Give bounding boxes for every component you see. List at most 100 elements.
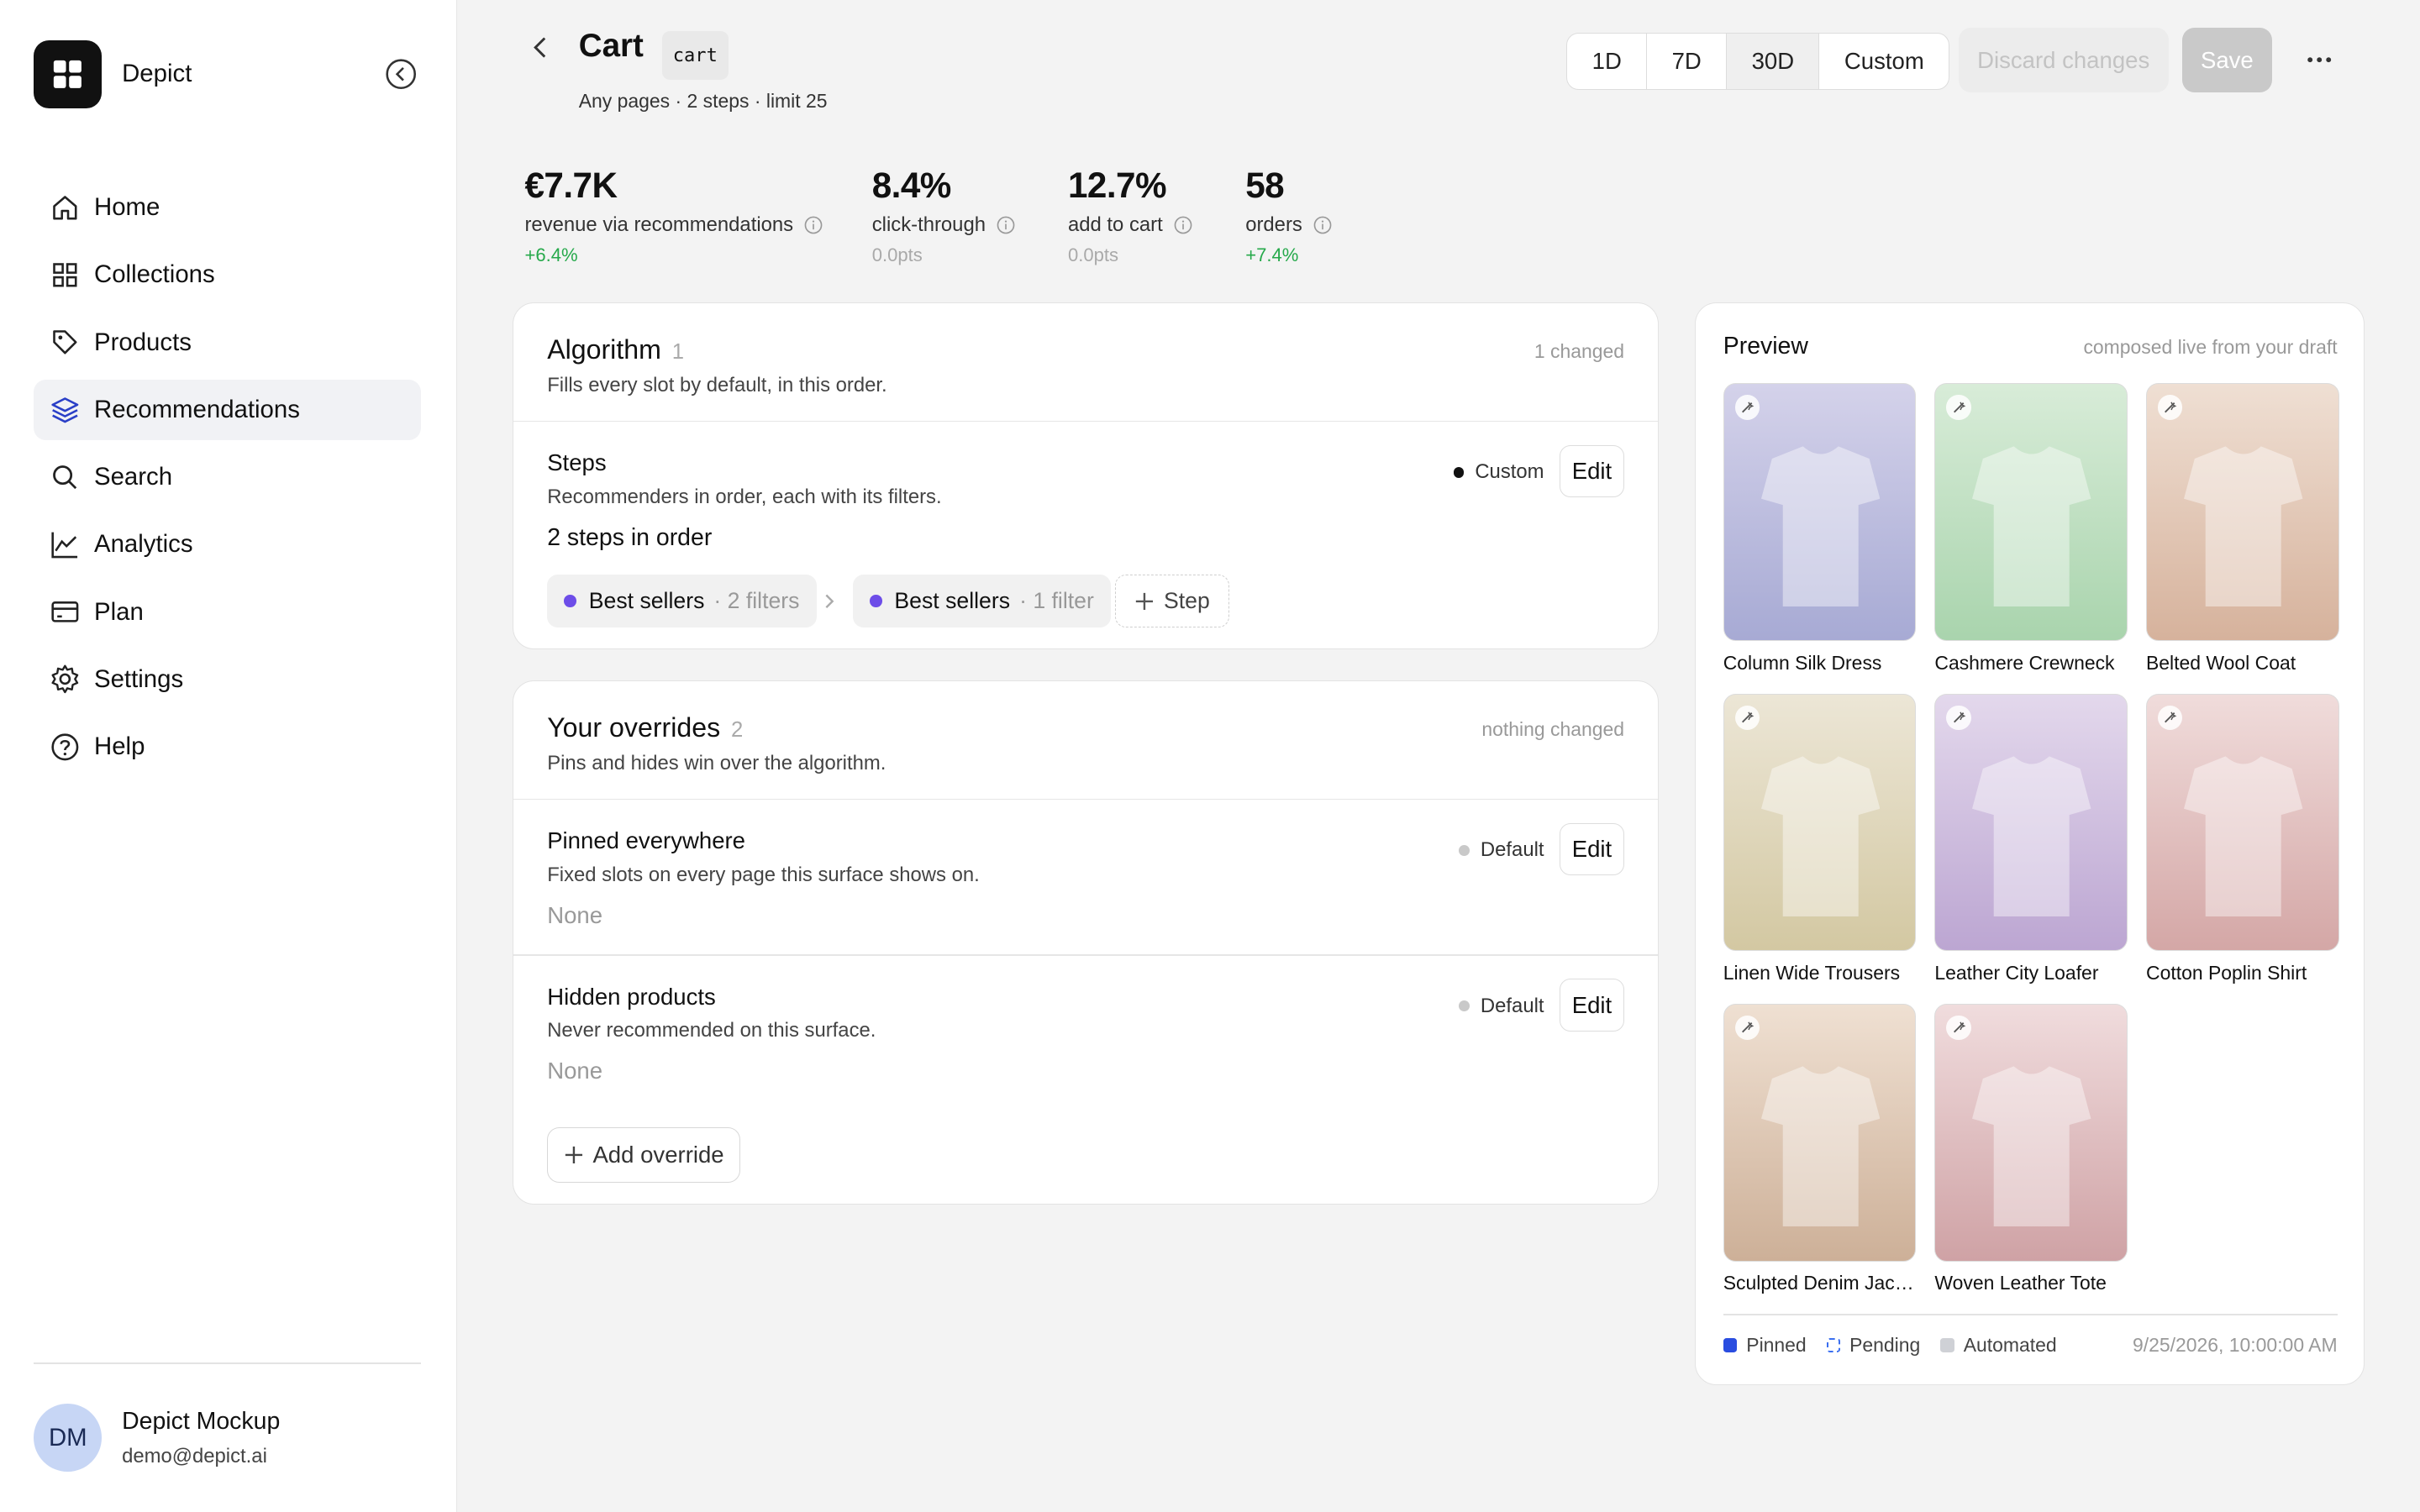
- hidden-title: Hidden products: [547, 983, 716, 1010]
- add-override-button[interactable]: Add override: [547, 1126, 740, 1183]
- kpi-delta: +6.4%: [524, 244, 578, 265]
- product-tile[interactable]: Cotton Poplin Shirt: [2146, 693, 2339, 985]
- more-options-icon[interactable]: [2302, 43, 2336, 76]
- step-pill[interactable]: Best sellers · 2 filters: [547, 575, 817, 627]
- info-icon[interactable]: [1174, 216, 1192, 234]
- info-icon[interactable]: [1313, 216, 1332, 234]
- preview-note: composed live from your draft: [2083, 335, 2338, 358]
- range-7d-button[interactable]: 7D: [1647, 33, 1728, 89]
- range-custom-button[interactable]: Custom: [1819, 34, 1949, 89]
- section-count: 2: [731, 717, 744, 742]
- main-content: Cart cart Any pages · 2 steps · limit 25…: [0, 0, 2420, 1512]
- auto-pick-icon[interactable]: [1734, 1015, 1760, 1041]
- kpi-value: 12.7%: [1067, 165, 1167, 205]
- edit-steps-button[interactable]: Edit: [1559, 444, 1625, 498]
- garment-placeholder-icon: [1972, 1066, 2091, 1227]
- product-name: Sculpted Denim Jac…: [1723, 1272, 1914, 1294]
- auto-pick-icon[interactable]: [1734, 705, 1760, 730]
- product-image: [1934, 383, 2128, 642]
- kpi-label: click-through: [871, 213, 986, 236]
- auto-pick-icon[interactable]: [2157, 395, 2183, 420]
- garment-placeholder-icon: [1972, 756, 2091, 917]
- kpi-add-to-cart: 12.7% add to cart 0.0pts: [1068, 165, 1192, 266]
- range-30d-button[interactable]: 30D: [1727, 33, 1820, 89]
- algorithm-card: Algorithm 1 1 changed Fills every slot by…: [512, 302, 1660, 650]
- steps-title: Steps: [547, 449, 607, 476]
- status-label: Custom: [1475, 460, 1544, 484]
- pinned-description: Fixed slots on every page this surface s…: [547, 863, 980, 886]
- hidden-value: None: [547, 1058, 603, 1084]
- pinned-title: Pinned everywhere: [547, 827, 746, 854]
- product-name: Woven Leather Tote: [1934, 1272, 2107, 1294]
- save-button[interactable]: Save: [2182, 28, 2272, 93]
- product-image: [2146, 383, 2339, 642]
- status-label: Default: [1480, 994, 1544, 1017]
- preview-title: Preview: [1723, 332, 1808, 360]
- auto-pick-icon[interactable]: [1734, 395, 1760, 420]
- legend-label: Automated: [1963, 1333, 2057, 1356]
- kpi-revenue: €7.7K revenue via recommendations +6.4%: [524, 165, 823, 266]
- product-tile[interactable]: Sculpted Denim Jac…: [1723, 1003, 1917, 1295]
- section-title: Algorithm: [547, 333, 661, 365]
- step-pill[interactable]: Best sellers · 1 filter: [852, 575, 1112, 627]
- product-image: [1723, 693, 1917, 952]
- step-filters: · 2 filters: [713, 587, 800, 613]
- range-1d-button[interactable]: 1D: [1567, 33, 1648, 89]
- kpi-delta: 0.0pts: [1067, 244, 1119, 265]
- product-image: [1934, 1003, 2128, 1262]
- legend-swatch: [1723, 1338, 1738, 1352]
- add-step-label: Step: [1164, 587, 1210, 613]
- section-count: 1: [671, 339, 685, 364]
- garment-placeholder-icon: [2184, 756, 2303, 917]
- status-badge: Custom: [1453, 460, 1544, 484]
- auto-pick-icon[interactable]: [1946, 1015, 1971, 1041]
- step-filters: · 1 filter: [1019, 587, 1094, 613]
- product-image: [1934, 693, 2128, 952]
- kpi-label: revenue via recommendations: [524, 213, 794, 236]
- edit-hidden-button[interactable]: Edit: [1559, 979, 1625, 1032]
- product-tile[interactable]: Cashmere Crewneck: [1934, 383, 2128, 675]
- divider: [1723, 1314, 2338, 1315]
- product-image: [1723, 383, 1917, 642]
- product-tile[interactable]: Belted Wool Coat: [2146, 383, 2339, 675]
- kpi-delta: 0.0pts: [871, 244, 923, 265]
- auto-pick-icon[interactable]: [1946, 395, 1971, 420]
- info-icon[interactable]: [997, 216, 1015, 234]
- product-tile[interactable]: Column Silk Dress: [1723, 383, 1917, 675]
- divider: [513, 420, 1659, 423]
- garment-placeholder-icon: [1760, 756, 1881, 917]
- plus-icon: [1135, 592, 1154, 610]
- product-image: [1723, 1003, 1917, 1262]
- preview-legend: Pinned Pending Automated: [1723, 1334, 2077, 1357]
- status-dot: [1459, 844, 1470, 856]
- step-dot: [870, 595, 882, 607]
- preview-timestamp: 9/25/2026, 10:00:00 AM: [2133, 1333, 2338, 1356]
- legend-label: Pending: [1849, 1333, 1921, 1356]
- auto-pick-icon[interactable]: [2157, 705, 2183, 730]
- step-name: Best sellers: [588, 587, 705, 613]
- add-step-button[interactable]: Step: [1115, 575, 1229, 627]
- garment-placeholder-icon: [1972, 445, 2091, 606]
- step-name: Best sellers: [894, 587, 1011, 613]
- status-dot: [1459, 1000, 1470, 1012]
- auto-pick-icon[interactable]: [1946, 705, 1971, 730]
- status-badge: Default: [1459, 838, 1544, 862]
- product-tile[interactable]: Woven Leather Tote: [1934, 1003, 2128, 1295]
- info-icon[interactable]: [804, 216, 823, 234]
- date-range-selector: 1D 7D 30D Custom: [1566, 32, 1950, 90]
- back-chevron-icon[interactable]: [528, 34, 555, 61]
- product-name: Cashmere Crewneck: [1934, 652, 2115, 675]
- preview-card: Preview composed live from your draft Co…: [1694, 302, 2365, 1386]
- kpi-orders: 58 orders +7.4%: [1245, 165, 1332, 266]
- edit-pinned-button[interactable]: Edit: [1559, 822, 1625, 876]
- product-tile[interactable]: Leather City Loafer: [1934, 693, 2128, 985]
- kpi-label: orders: [1245, 213, 1302, 236]
- plus-icon: [565, 1146, 582, 1163]
- discard-changes-button[interactable]: Discard changes: [1958, 28, 2169, 93]
- product-image: [2146, 693, 2339, 952]
- legend-item: Automated: [1940, 1333, 2057, 1357]
- kpi-label: add to cart: [1067, 213, 1163, 236]
- product-tile[interactable]: Linen Wide Trousers: [1723, 693, 1917, 985]
- section-description: Fills every slot by default, in this ord…: [547, 374, 887, 397]
- legend-label: Pinned: [1746, 1333, 1807, 1356]
